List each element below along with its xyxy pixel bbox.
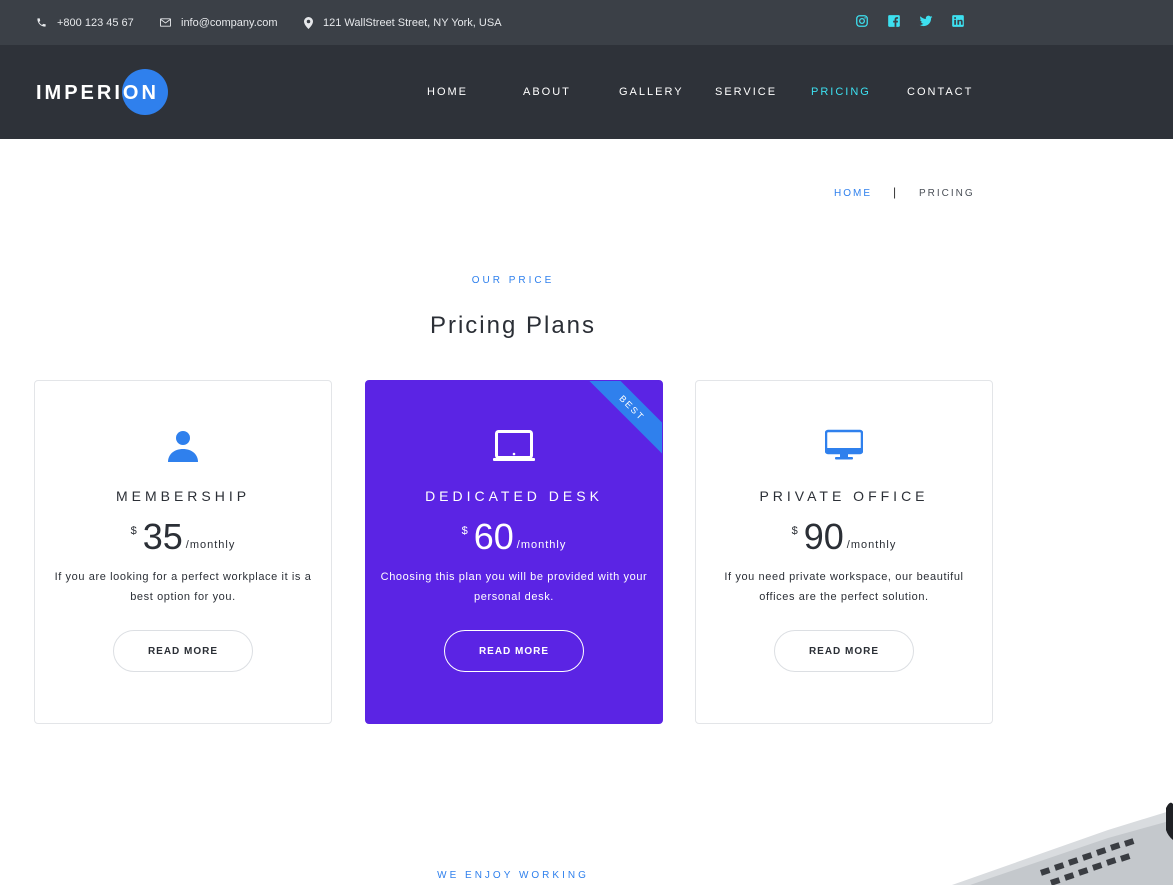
breadcrumb-current: PRICING: [919, 188, 975, 199]
plan-name: PRIVATE OFFICE: [759, 488, 929, 504]
section-title: Pricing Plans: [429, 312, 597, 339]
map-pin-icon: [304, 16, 313, 29]
price-period: /monthly: [846, 539, 897, 551]
main-navigation: [0, 45, 1173, 139]
plan-description: Choosing this plan you will be provided …: [380, 571, 648, 603]
plan-price: $ 35 /monthly: [35, 517, 331, 557]
brand-logo[interactable]: IMPERION: [36, 82, 159, 105]
monitor-icon: [825, 429, 863, 460]
price-amount: 90: [803, 516, 844, 557]
twitter-icon[interactable]: [919, 14, 933, 28]
email-info[interactable]: info@company.com: [160, 0, 278, 45]
nav-home[interactable]: HOME: [427, 86, 468, 98]
laptop-image: [952, 802, 1173, 885]
nav-contact[interactable]: CONTACT: [907, 86, 973, 98]
price-currency: $: [461, 525, 468, 537]
nav-about[interactable]: ABOUT: [523, 86, 571, 98]
email-address: info@company.com: [181, 16, 278, 29]
read-more-button[interactable]: READ MORE: [774, 630, 914, 672]
plan-description: If you need private workspace, our beaut…: [724, 571, 964, 603]
tablet-icon: [493, 430, 535, 461]
price-period: /monthly: [185, 539, 236, 551]
plan-name: DEDICATED DESK: [425, 488, 603, 504]
plan-price: $ 60 /monthly: [366, 517, 662, 557]
next-section-eyebrow: WE ENJOY WORKING: [437, 870, 589, 881]
phone-number: +800 123 45 67: [57, 16, 134, 29]
instagram-icon[interactable]: [855, 14, 869, 28]
price-amount: 35: [142, 516, 183, 557]
read-more-button[interactable]: READ MORE: [444, 630, 584, 672]
plan-name: MEMBERSHIP: [115, 488, 251, 504]
nav-service[interactable]: SERVICE: [715, 86, 777, 98]
facebook-icon[interactable]: [887, 14, 901, 28]
top-info-bar: +800 123 45 67 info@company.com 121 Wall…: [0, 0, 1173, 45]
plan-price: $ 90 /monthly: [696, 517, 992, 557]
section-eyebrow: OUR PRICE: [471, 275, 555, 286]
nav-pricing[interactable]: PRICING: [811, 86, 871, 98]
pricing-card-membership: MEMBERSHIP $ 35 /monthly If you are look…: [34, 380, 332, 724]
pricing-card-private-office: PRIVATE OFFICE $ 90 /monthly If you need…: [695, 380, 993, 724]
breadcrumb-home[interactable]: HOME: [834, 188, 872, 199]
price-amount: 60: [473, 516, 514, 557]
user-icon: [168, 431, 198, 462]
street-address: 121 WallStreet Street, NY York, USA: [323, 16, 502, 29]
linkedin-icon[interactable]: [951, 14, 965, 28]
price-currency: $: [791, 525, 798, 537]
breadcrumb-separator: |: [893, 185, 899, 199]
price-period: /monthly: [516, 539, 567, 551]
nav-gallery[interactable]: GALLERY: [619, 86, 684, 98]
phone-info[interactable]: +800 123 45 67: [36, 0, 134, 45]
phone-icon: [37, 18, 46, 27]
mail-icon: [160, 18, 171, 27]
pricing-card-dedicated-desk: BEST DEDICATED DESK $ 60 /monthly Choosi…: [365, 380, 663, 724]
address-info: 121 WallStreet Street, NY York, USA: [304, 0, 502, 45]
read-more-button[interactable]: READ MORE: [113, 630, 253, 672]
plan-description: If you are looking for a perfect workpla…: [54, 571, 312, 603]
price-currency: $: [130, 525, 137, 537]
